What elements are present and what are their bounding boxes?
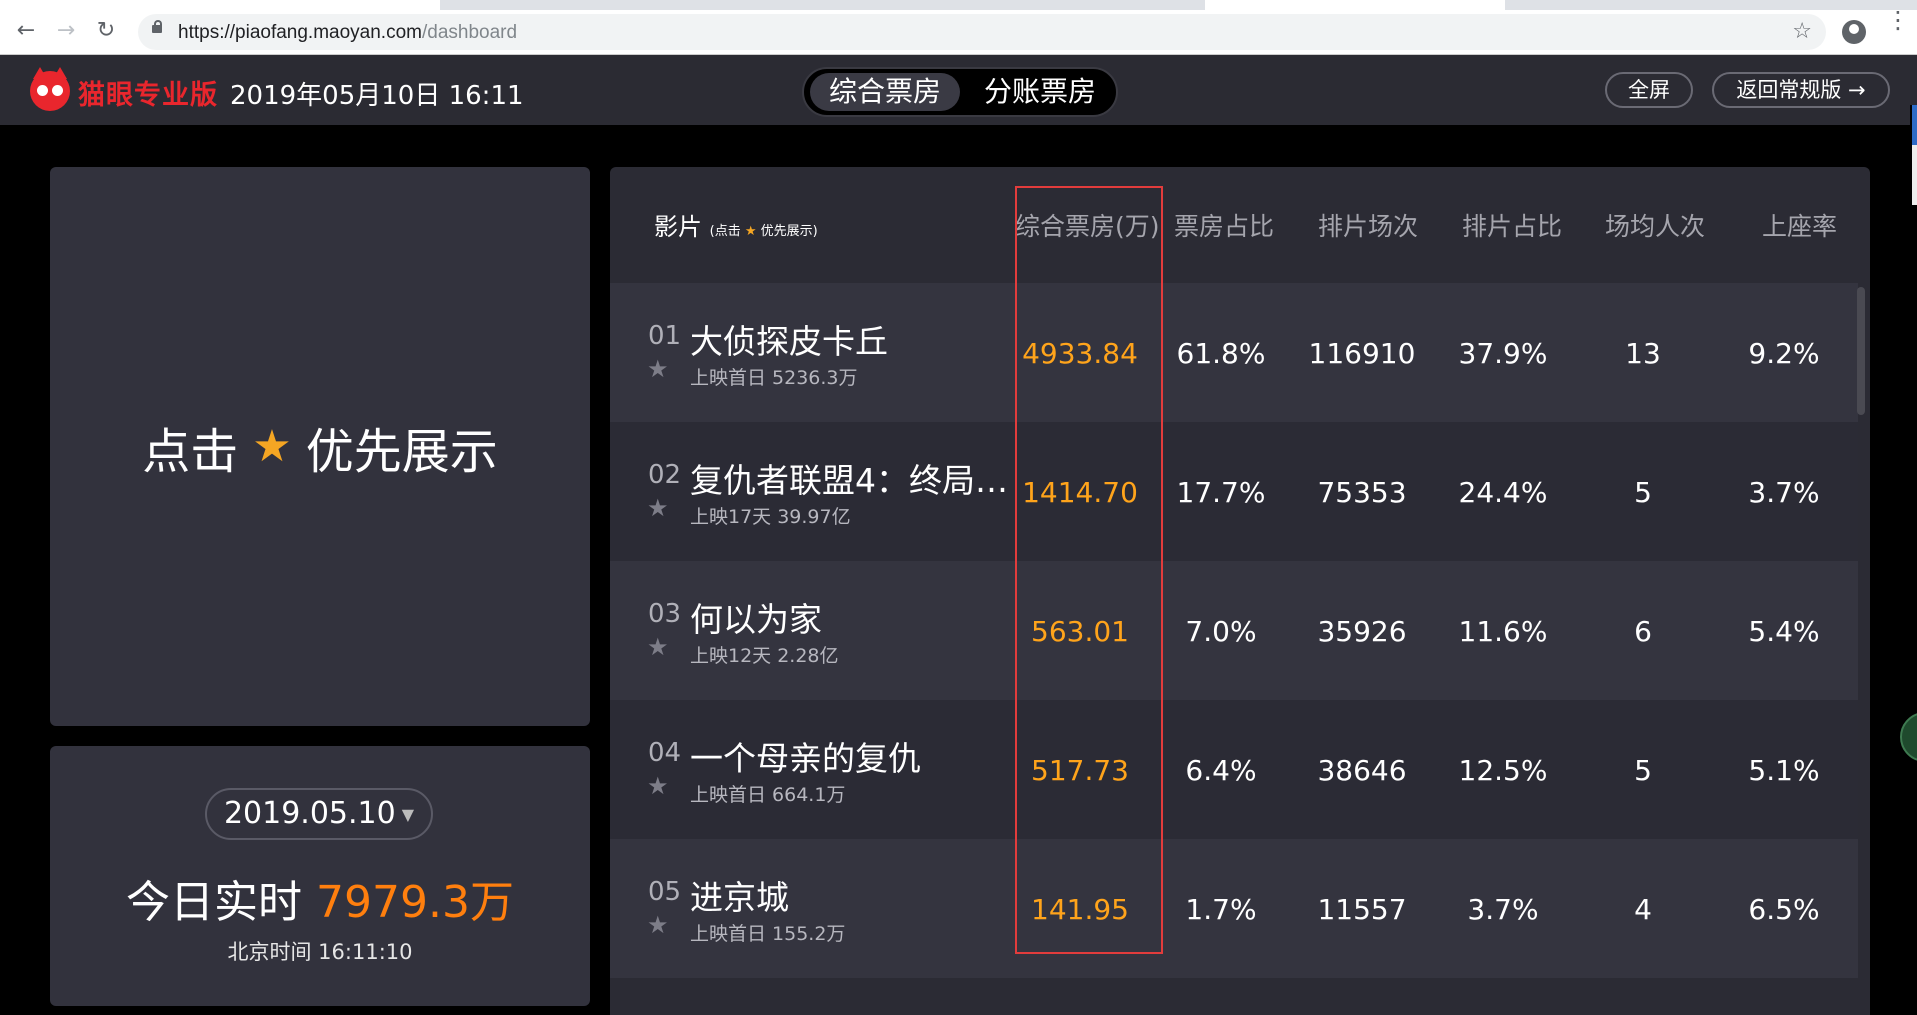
film-name: 复仇者联盟4：终局… (690, 461, 1008, 500)
reload-icon[interactable]: ↻ (93, 18, 119, 44)
film-release-info: 上映12天 2.28亿 (690, 645, 839, 667)
film-rank: 04 (648, 738, 682, 768)
avg-people-value: 6 (1634, 615, 1652, 648)
table-row[interactable]: 01 大侦探皮卡丘 ★ 上映首日 5236.3万 4933.84 61.8% 1… (610, 283, 1858, 422)
shows-value: 75353 (1317, 476, 1407, 509)
today-amount: 7979.3万 (316, 877, 514, 928)
beijing-time: 北京时间 16:11:10 (227, 940, 413, 964)
bookmark-star-icon[interactable]: ☆ (1792, 19, 1812, 44)
forward-arrow-icon[interactable]: → (53, 18, 79, 44)
star-icon[interactable]: ★ (647, 772, 669, 800)
back-arrow-icon[interactable]: ← (13, 18, 39, 44)
film-name: 何以为家 (690, 600, 822, 639)
floating-side-widget[interactable] (1900, 712, 1917, 762)
avg-people-value: 5 (1634, 754, 1652, 787)
star-icon[interactable]: ★ (647, 911, 669, 939)
cat-logo-icon (30, 67, 70, 111)
show-share-value: 3.7% (1467, 893, 1539, 926)
tab-total-box-office[interactable]: 综合票房 (810, 73, 960, 111)
film-rank: 03 (648, 599, 682, 629)
column-header-show-share[interactable]: 排片占比 (1462, 207, 1562, 243)
film-release-info: 上映首日 155.2万 (690, 923, 846, 945)
browser-tab[interactable] (1205, 0, 1505, 10)
film-rank: 05 (648, 877, 682, 907)
priority-display-panel[interactable]: 点击 ★ 优先展示 (50, 167, 590, 726)
app-header: 猫眼专业版 2019年05月10日 16:11 综合票房 分账票房 全屏 返回常… (0, 55, 1917, 125)
show-share-value: 24.4% (1458, 476, 1548, 509)
tab-split-box-office[interactable]: 分账票房 (966, 73, 1114, 111)
star-icon[interactable]: ★ (647, 355, 669, 383)
right-edge-strip (1910, 105, 1917, 1015)
box-office-share-value: 61.8% (1176, 337, 1266, 370)
back-to-regular-button[interactable]: 返回常规版 → (1712, 72, 1890, 108)
browser-tab-strip (0, 0, 1917, 10)
fullscreen-button[interactable]: 全屏 (1605, 72, 1693, 108)
occupancy-value: 6.5% (1748, 893, 1820, 926)
table-row[interactable]: 05 进京城 ★ 上映首日 155.2万 141.95 1.7% 11557 3… (610, 839, 1858, 978)
kebab-menu-icon[interactable]: ⋮ (1886, 8, 1910, 32)
star-icon: ★ (744, 224, 757, 239)
priority-display-text: 点击 ★ 优先展示 (142, 421, 498, 480)
box-office-share-value: 6.4% (1185, 754, 1257, 787)
avg-people-value: 13 (1625, 337, 1661, 370)
star-icon[interactable]: ★ (647, 494, 669, 522)
shows-value: 116910 (1308, 337, 1416, 370)
brand-name: 猫眼专业版 (78, 80, 218, 111)
column-header-shows[interactable]: 排片场次 (1318, 207, 1418, 243)
table-scrollbar[interactable] (1857, 287, 1865, 415)
avg-people-value: 4 (1634, 893, 1652, 926)
lock-icon (152, 20, 162, 33)
url-text: https://piaofang.maoyan.com/dashboard (178, 22, 518, 43)
shows-value: 11557 (1317, 893, 1407, 926)
table-body: 01 大侦探皮卡丘 ★ 上映首日 5236.3万 4933.84 61.8% 1… (610, 283, 1858, 978)
daily-summary-panel: 2019.05.10 ▼ 今日实时 7979.3万 北京时间 16:11:10 (50, 746, 590, 1006)
show-share-value: 37.9% (1458, 337, 1548, 370)
column-header-film: 影片 (点击 ★ 优先展示) (654, 213, 818, 241)
avg-people-value: 5 (1634, 476, 1652, 509)
film-release-info: 上映首日 5236.3万 (690, 367, 858, 389)
show-share-value: 12.5% (1458, 754, 1548, 787)
caret-down-icon: ▼ (401, 805, 415, 824)
browser-toolbar: ← → ↻ https://piaofang.maoyan.com/dashbo… (0, 8, 1917, 55)
column-header-avg-people[interactable]: 场均人次 (1605, 207, 1705, 243)
film-rank: 01 (648, 321, 682, 351)
box-office-share-value: 1.7% (1185, 893, 1257, 926)
table-row[interactable]: 02 复仇者联盟4：终局… ★ 上映17天 39.97亿 1414.70 17.… (610, 422, 1858, 561)
star-icon[interactable]: ★ (647, 633, 669, 661)
browser-tab[interactable] (0, 0, 440, 10)
address-bar[interactable]: https://piaofang.maoyan.com/dashboard ☆ (138, 14, 1826, 50)
show-share-value: 11.6% (1458, 615, 1548, 648)
shows-value: 35926 (1317, 615, 1407, 648)
table-row[interactable]: 03 何以为家 ★ 上映12天 2.28亿 563.01 7.0% 35926 … (610, 561, 1858, 700)
box-office-share-value: 7.0% (1185, 615, 1257, 648)
column-header-occupancy[interactable]: 上座率 (1762, 207, 1837, 243)
box-office-column-highlight (1015, 186, 1163, 954)
header-datetime: 2019年05月10日 16:11 (230, 81, 524, 111)
film-name: 大侦探皮卡丘 (690, 322, 888, 361)
table-row[interactable]: 04 一个母亲的复仇 ★ 上映首日 664.1万 517.73 6.4% 386… (610, 700, 1858, 839)
occupancy-value: 3.7% (1748, 476, 1820, 509)
date-selector[interactable]: 2019.05.10 ▼ (205, 788, 433, 840)
star-icon: ★ (252, 421, 292, 472)
box-office-share-value: 17.7% (1176, 476, 1266, 509)
film-name: 一个母亲的复仇 (690, 739, 921, 778)
shows-value: 38646 (1317, 754, 1407, 787)
today-realtime: 今日实时 7979.3万 (126, 877, 514, 928)
box-office-type-toggle: 综合票房 分账票房 (802, 67, 1118, 117)
occupancy-value: 9.2% (1748, 337, 1820, 370)
film-release-info: 上映首日 664.1万 (690, 784, 846, 806)
film-release-info: 上映17天 39.97亿 (690, 506, 851, 528)
column-header-box-office-share[interactable]: 票房占比 (1174, 207, 1274, 243)
occupancy-value: 5.4% (1748, 615, 1820, 648)
box-office-table: 影片 (点击 ★ 优先展示) 综合票房(万) 票房占比 排片场次 排片占比 场均… (610, 167, 1870, 1015)
film-rank: 02 (648, 460, 682, 490)
occupancy-value: 5.1% (1748, 754, 1820, 787)
table-header: 影片 (点击 ★ 优先展示) 综合票房(万) 票房占比 排片场次 排片占比 场均… (610, 167, 1870, 283)
profile-icon[interactable] (1842, 20, 1866, 44)
film-name: 进京城 (690, 878, 789, 917)
